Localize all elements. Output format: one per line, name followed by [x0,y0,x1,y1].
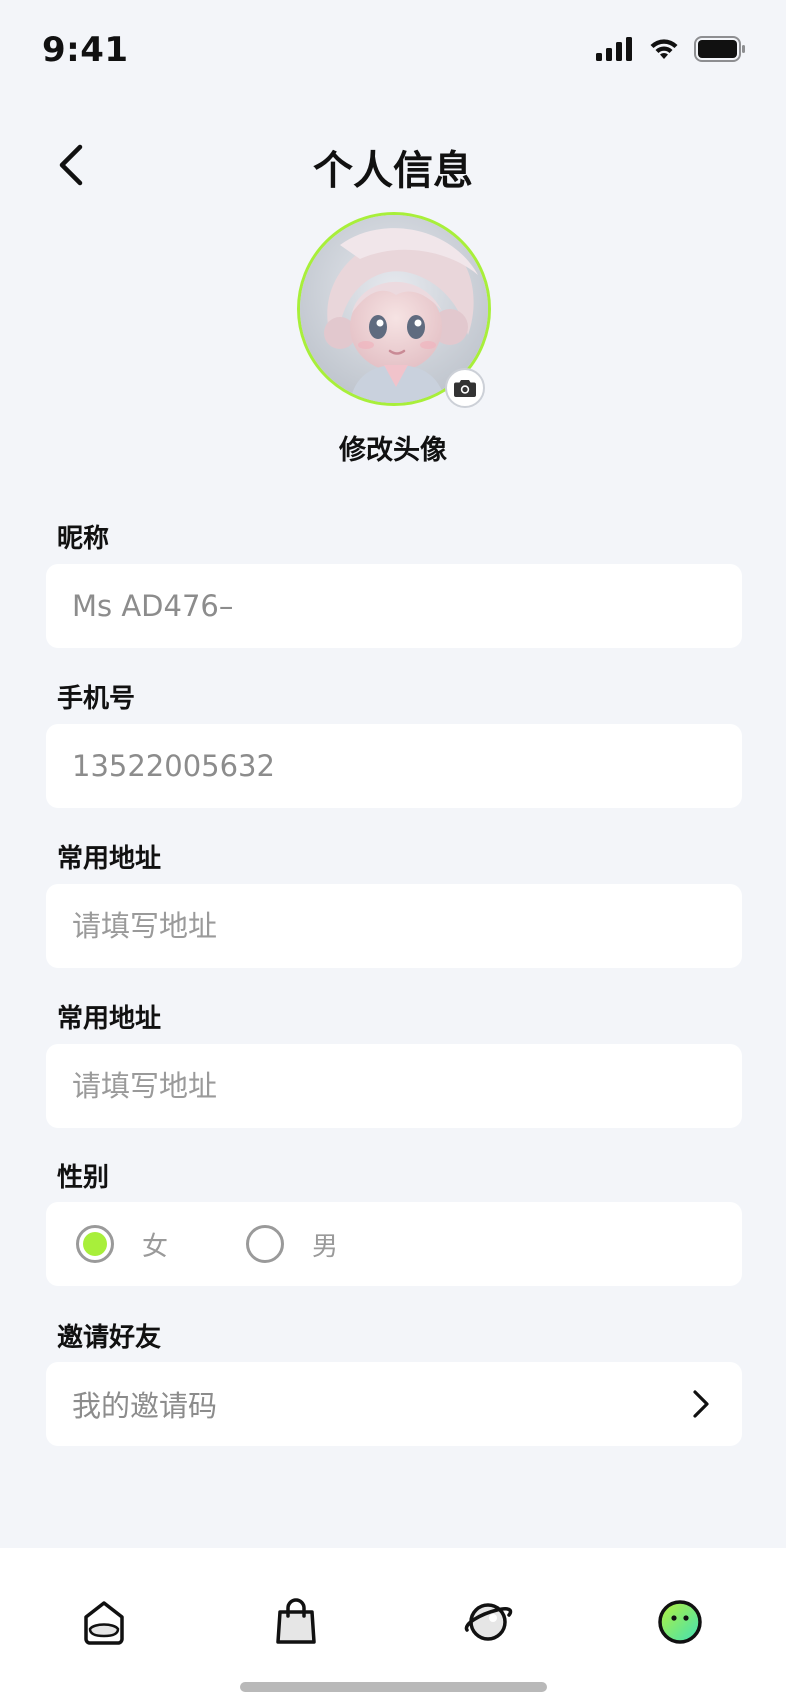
radio-unselected-icon [246,1225,285,1263]
header: 个人信息 [0,120,786,210]
gender-male-label: 男 [312,1231,339,1262]
address-field-box-1 [46,884,742,968]
radio-selected-icon [76,1225,114,1263]
gender-label: 性别 [57,1163,110,1193]
nickname-label: 昵称 [57,524,110,554]
tab-home[interactable] [76,1594,132,1650]
phone-field-box [46,724,742,808]
shopping-bag-icon [276,1598,316,1644]
tab-explore[interactable] [460,1594,516,1650]
gender-female-label: 女 [142,1231,169,1262]
status-icons [596,36,746,62]
address-input-1[interactable] [72,909,716,943]
avatar-section [297,212,491,408]
address-input-2[interactable] [72,1069,716,1103]
phone-input[interactable] [72,749,716,783]
home-indicator [240,1682,547,1692]
invite-code-text: 我的邀请码 [72,1389,218,1423]
address-label-2: 常用地址 [57,1004,162,1034]
radio-dot [83,1232,107,1256]
profile-face-icon [658,1600,702,1644]
page-title: 个人信息 [313,148,473,194]
nickname-input[interactable] [72,589,716,623]
address-label-1: 常用地址 [57,844,162,874]
gender-radio-group: 女 男 [76,1225,338,1263]
signal-icon [596,37,632,61]
camera-icon [454,380,476,397]
tab-shop[interactable] [268,1594,324,1650]
battery-icon [694,36,745,62]
gender-field-box: 女 男 [46,1202,742,1286]
invite-code-row[interactable]: 我的邀请码 [46,1362,742,1446]
nickname-field-box [46,564,742,648]
change-avatar-link[interactable]: 修改头像 [0,428,786,467]
tab-bar [0,1548,786,1704]
change-avatar-camera-button[interactable] [445,368,485,408]
status-time: 9:41 [42,30,129,70]
invite-label: 邀请好友 [57,1323,162,1353]
gender-option-female[interactable]: 女 [76,1225,168,1263]
status-bar: 9:41 [0,0,786,100]
tab-profile[interactable] [652,1594,708,1650]
phone-label: 手机号 [57,684,136,714]
wifi-icon [650,39,678,59]
gender-option-male[interactable]: 男 [246,1225,338,1263]
planet-icon [464,1603,513,1641]
home-icon [84,1601,124,1645]
address-field-box-2 [46,1044,742,1128]
chevron-right-icon [693,1390,709,1418]
